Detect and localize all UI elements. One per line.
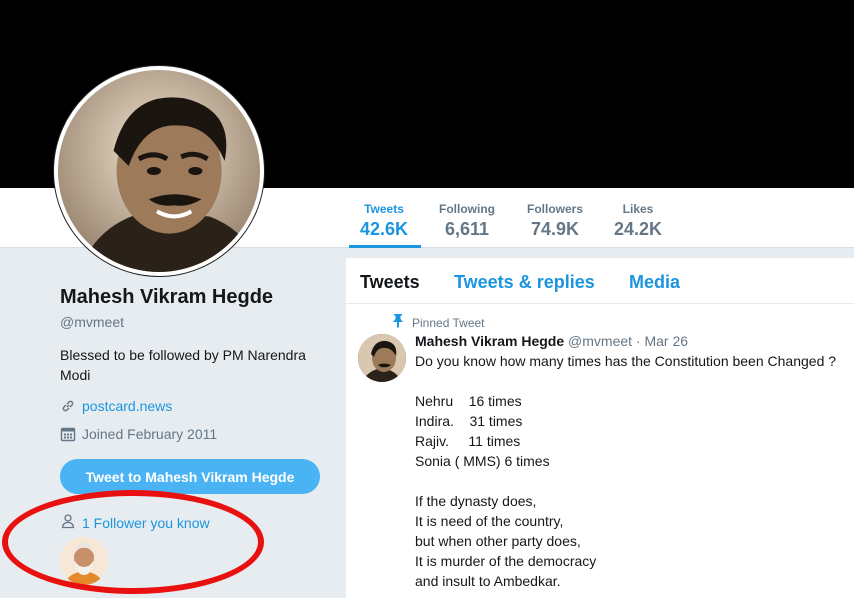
stat-following[interactable]: Following 6,611 bbox=[436, 202, 498, 240]
stat-label: Followers bbox=[526, 202, 583, 216]
profile-website: postcard.news bbox=[60, 398, 172, 414]
stat-tweets[interactable]: Tweets 42.6K bbox=[349, 202, 421, 248]
profile-name[interactable]: Mahesh Vikram Hegde bbox=[60, 286, 273, 309]
tweet-header: Mahesh Vikram Hegde @mvmeet · Mar 26 bbox=[415, 333, 688, 349]
tweet-line: Nehru 16 times bbox=[415, 393, 522, 409]
profile-bio: Blessed to be followed by PM Narendra Mo… bbox=[60, 347, 306, 383]
stat-value: 24.2K bbox=[613, 219, 663, 239]
stat-value: 6,611 bbox=[444, 219, 490, 239]
tweet-line bbox=[415, 371, 845, 391]
profile-joined: Joined February 2011 bbox=[60, 426, 217, 442]
tweet-author-handle[interactable]: @mvmeet bbox=[568, 333, 632, 349]
tab-tweets-replies[interactable]: Tweets & replies bbox=[454, 272, 595, 293]
tweet-line: Do you know how many times has the Const… bbox=[415, 353, 837, 369]
tab-tweets[interactable]: Tweets bbox=[360, 272, 420, 293]
stat-label: Tweets bbox=[364, 202, 404, 216]
tweet-line bbox=[415, 471, 845, 491]
profile-handle: @mvmeet bbox=[60, 314, 124, 330]
profile-photo bbox=[58, 70, 260, 272]
stat-value: 42.6K bbox=[359, 219, 409, 239]
stat-value: 74.9K bbox=[530, 219, 580, 239]
followers-you-know: 1 Follower you know bbox=[60, 513, 210, 532]
tweet-date[interactable]: Mar 26 bbox=[644, 333, 688, 349]
tweet-text: Do you know how many times has the Const… bbox=[415, 351, 845, 591]
tab-media[interactable]: Media bbox=[629, 272, 680, 293]
stat-label: Following bbox=[439, 202, 495, 216]
person-icon bbox=[60, 513, 76, 532]
tweet-line: Indira. 31 times bbox=[415, 413, 523, 429]
pin-icon bbox=[392, 314, 404, 331]
stat-followers[interactable]: Followers 74.9K bbox=[524, 202, 586, 240]
tweet-line: If the dynasty does, bbox=[415, 493, 537, 509]
tweet-line: Sonia ( MMS) 6 times bbox=[415, 453, 550, 469]
profile-avatar[interactable] bbox=[54, 66, 264, 276]
tweet-separator: · bbox=[635, 333, 641, 349]
pinned-label: Pinned Tweet bbox=[412, 315, 485, 330]
website-link[interactable]: postcard.news bbox=[82, 398, 172, 414]
stat-label: Likes bbox=[622, 202, 654, 216]
stat-likes[interactable]: Likes 24.2K bbox=[612, 202, 664, 240]
tweet-line: but when other party does, bbox=[415, 533, 581, 549]
highlight-annotation bbox=[2, 490, 264, 594]
tweet-line: It is murder of the democracy bbox=[415, 553, 597, 569]
timeline-tabs: Tweets Tweets & replies Media bbox=[346, 258, 854, 304]
tweet-to-button[interactable]: Tweet to Mahesh Vikram Hegde bbox=[60, 459, 320, 494]
followers-you-know-link[interactable]: 1 Follower you know bbox=[82, 515, 210, 531]
tweet-author-name[interactable]: Mahesh Vikram Hegde bbox=[415, 333, 564, 349]
follower-avatar[interactable] bbox=[60, 537, 108, 585]
timeline: Tweets Tweets & replies Media Pinned Twe… bbox=[346, 258, 854, 598]
link-icon bbox=[60, 398, 76, 414]
calendar-icon bbox=[60, 426, 76, 442]
pinned-indicator: Pinned Tweet bbox=[392, 314, 485, 331]
tweet-author-avatar[interactable] bbox=[358, 334, 406, 382]
joined-text: Joined February 2011 bbox=[82, 426, 218, 442]
tweet-line: It is need of the country, bbox=[415, 513, 564, 529]
tweet-line: and insult to Ambedkar. bbox=[415, 573, 561, 589]
tweet-line: Rajiv. 11 times bbox=[415, 433, 521, 449]
